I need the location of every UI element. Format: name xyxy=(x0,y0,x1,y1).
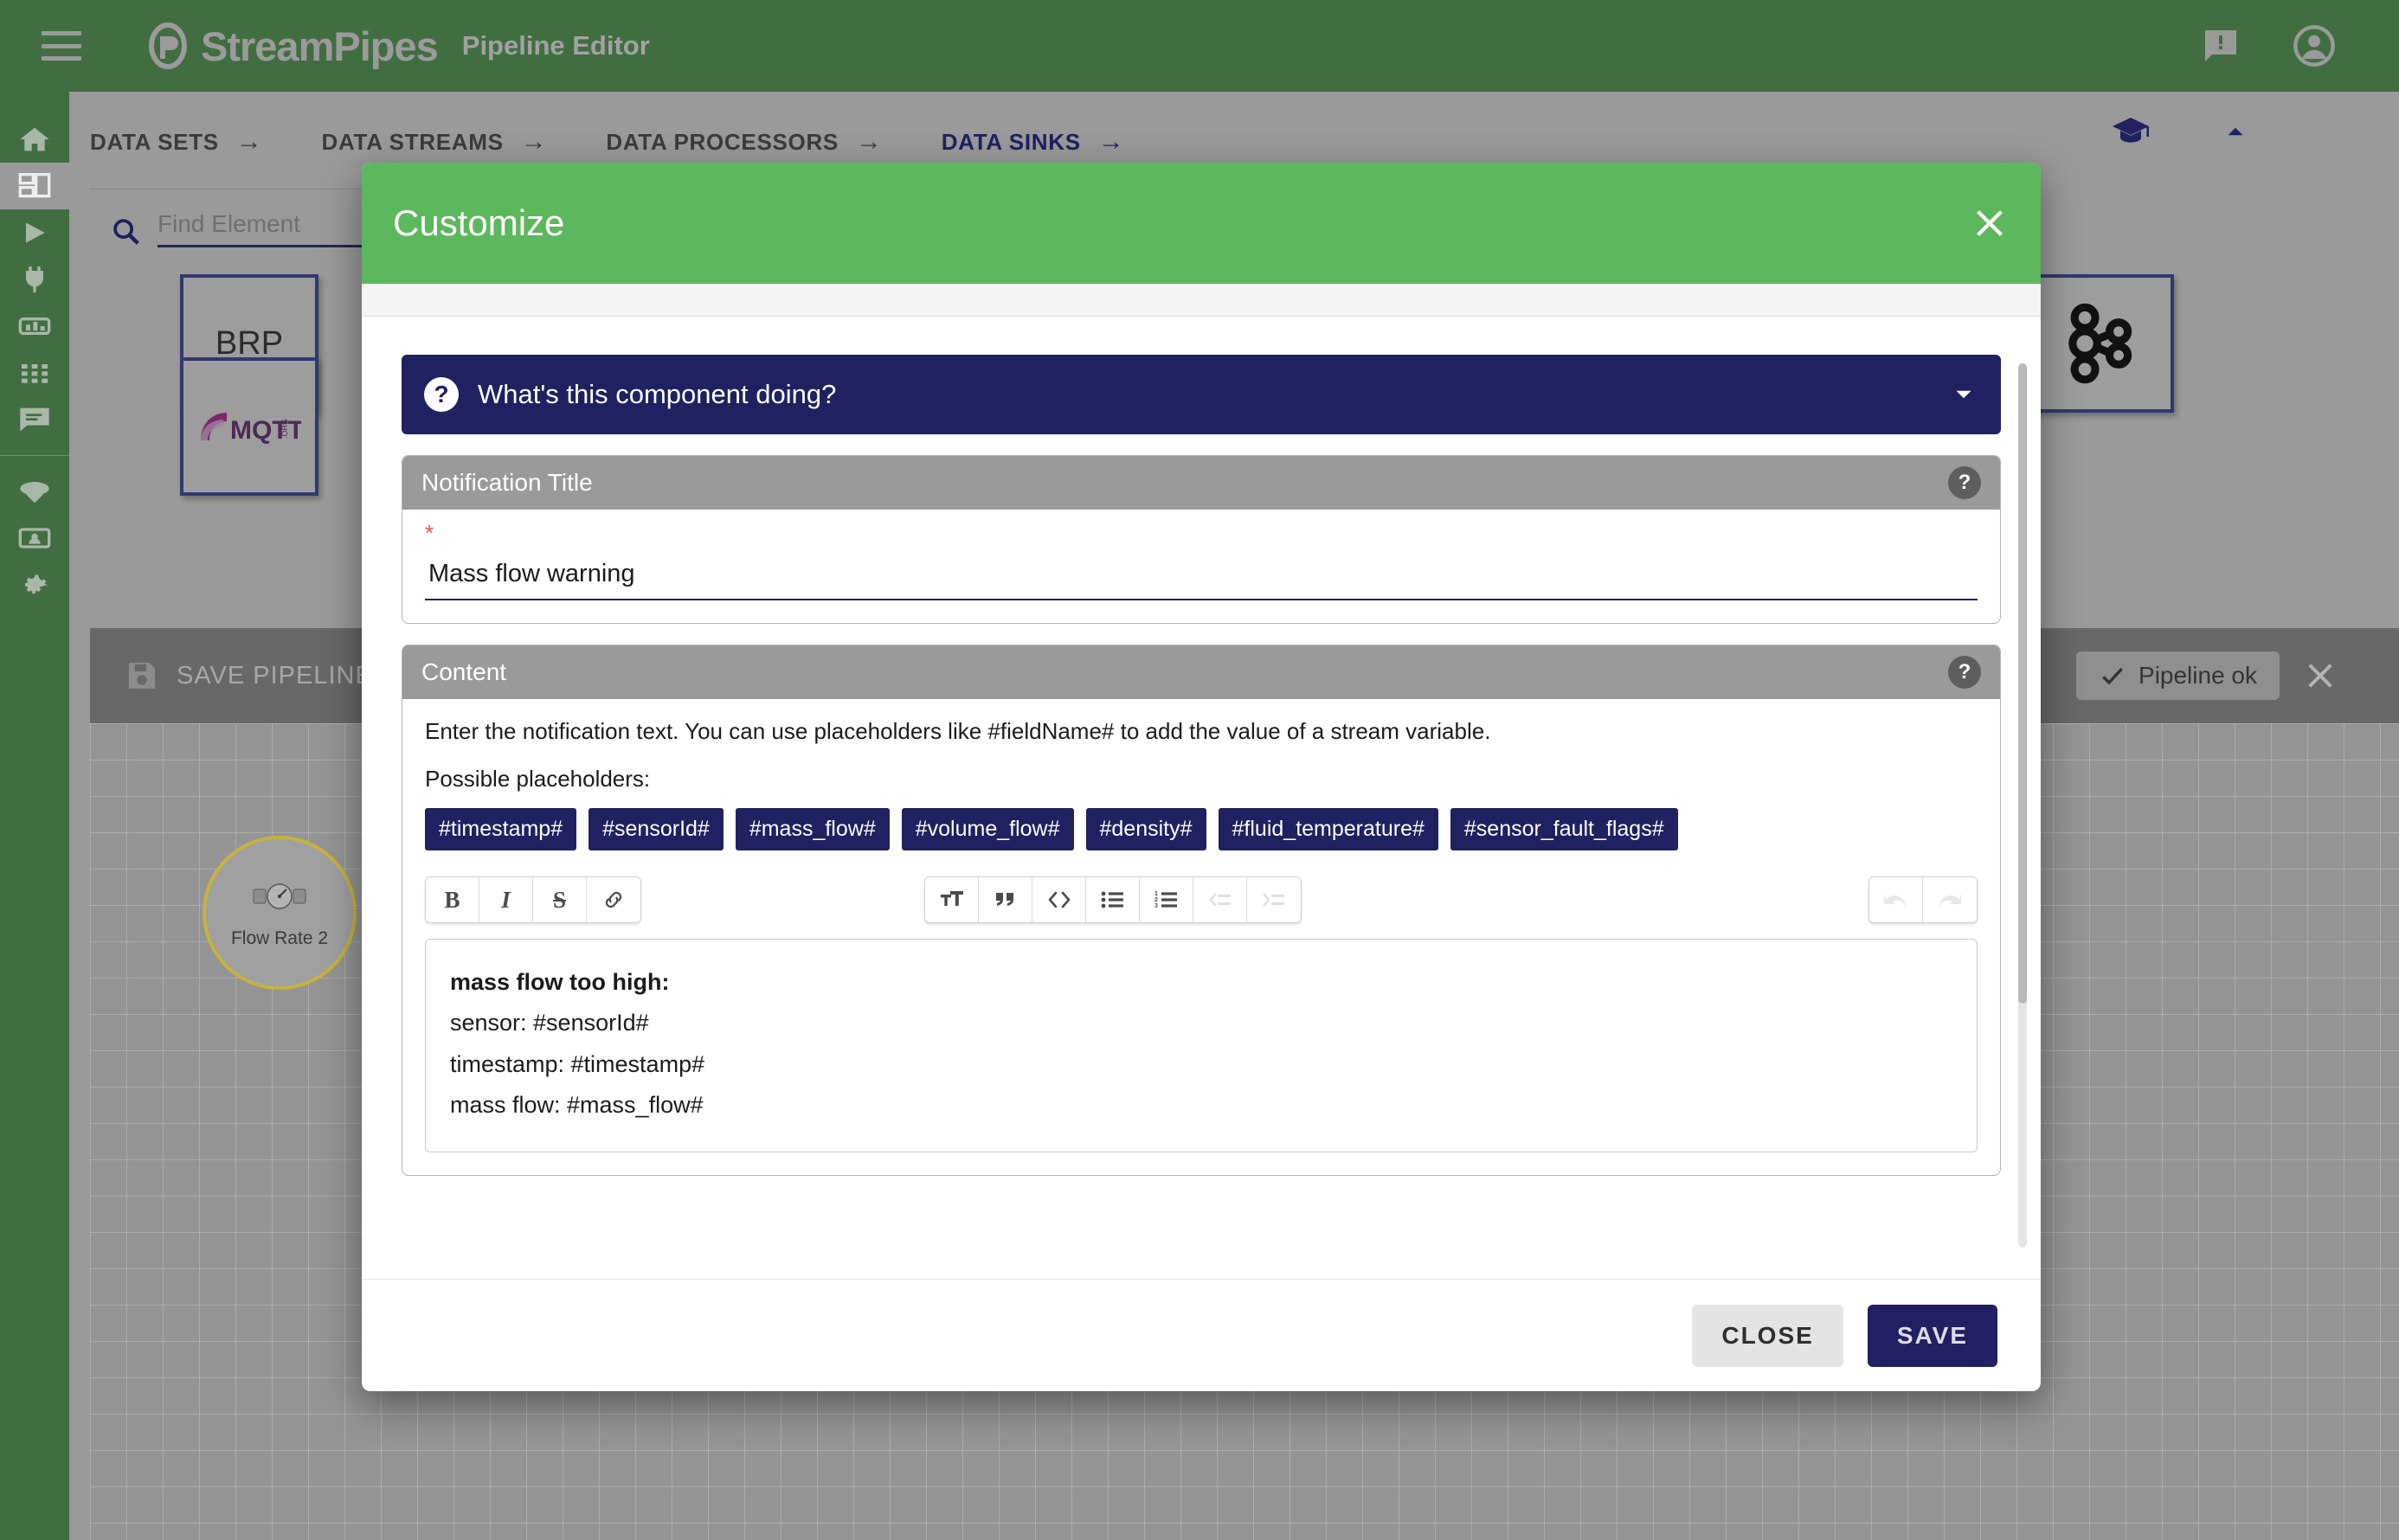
placeholder-chip[interactable]: #sensorId# xyxy=(588,808,724,850)
content-header: Content ? xyxy=(402,645,2000,699)
chevron-down-icon[interactable] xyxy=(1949,380,1978,409)
dialog-title: Customize xyxy=(393,202,564,244)
notification-title-body: * xyxy=(402,510,2000,623)
component-documentation-banner[interactable]: ? What's this component doing? xyxy=(402,355,2001,434)
italic-button[interactable]: I xyxy=(479,877,533,922)
placeholder-chip-list: #timestamp# #sensorId# #mass_flow# #volu… xyxy=(425,808,1978,850)
close-icon xyxy=(1970,203,2010,243)
rich-text-toolbar: B I S xyxy=(425,876,1978,923)
editor-line: sensor: #sensorId# xyxy=(450,1003,1952,1043)
outdent-button[interactable] xyxy=(1193,877,1247,922)
rte-history-group xyxy=(1868,876,1978,923)
content-fieldset: Content ? Enter the notification text. Y… xyxy=(402,645,2001,1176)
quote-icon xyxy=(994,889,1018,911)
code-icon xyxy=(1046,889,1072,911)
svg-text:1: 1 xyxy=(1154,891,1158,897)
save-button[interactable]: SAVE xyxy=(1868,1305,1997,1367)
rte-inline-group: B I S xyxy=(425,876,641,923)
text-size-button[interactable] xyxy=(925,877,979,922)
link-icon xyxy=(601,888,626,912)
strikethrough-button[interactable]: S xyxy=(533,877,587,922)
notification-title-header: Notification Title ? xyxy=(402,456,2000,510)
redo-button[interactable] xyxy=(1923,877,1977,922)
svg-text:3: 3 xyxy=(1154,903,1158,909)
question-mark-icon[interactable]: ? xyxy=(1948,466,1981,499)
required-marker: * xyxy=(425,529,1978,548)
dialog-header: Customize xyxy=(362,163,2041,284)
heading-icon xyxy=(939,889,965,911)
content-rich-text-editor[interactable]: mass flow too high: sensor: #sensorId# t… xyxy=(425,939,1978,1152)
dialog-scrollbar-thumb[interactable] xyxy=(2018,363,2027,1004)
bullet-list-icon xyxy=(1100,889,1126,911)
notification-title-label: Notification Title xyxy=(421,469,593,497)
content-body: Enter the notification text. You can use… xyxy=(402,699,2000,1175)
numbered-list-icon: 123 xyxy=(1154,889,1180,911)
placeholder-chip[interactable]: #volume_flow# xyxy=(902,808,1074,850)
close-button[interactable]: CLOSE xyxy=(1692,1305,1843,1367)
indent-icon xyxy=(1261,889,1287,911)
placeholder-chip[interactable]: #mass_flow# xyxy=(736,808,890,850)
component-documentation-label: What's this component doing? xyxy=(478,379,836,410)
app-root: StreamPipes Pipeline Editor xyxy=(0,0,2399,1540)
redo-icon xyxy=(1935,889,1965,911)
dialog-close-button[interactable] xyxy=(1970,203,2010,243)
blockquote-button[interactable] xyxy=(979,877,1032,922)
content-label: Content xyxy=(421,658,506,686)
bold-button[interactable]: B xyxy=(426,877,479,922)
placeholders-label: Possible placeholders: xyxy=(425,766,1978,792)
editor-line: timestamp: #timestamp# xyxy=(450,1044,1952,1085)
placeholder-chip[interactable]: #timestamp# xyxy=(425,808,576,850)
undo-button[interactable] xyxy=(1869,877,1923,922)
undo-icon xyxy=(1881,889,1910,911)
editor-line: mass flow too high: xyxy=(450,962,1952,1003)
dialog-footer: CLOSE SAVE xyxy=(362,1279,2041,1391)
dialog-body: ? What's this component doing? Notificat… xyxy=(362,317,2041,1279)
question-mark-icon[interactable]: ? xyxy=(1948,656,1981,689)
indent-button[interactable] xyxy=(1247,877,1301,922)
outdent-icon xyxy=(1207,889,1233,911)
notification-title-input[interactable] xyxy=(425,548,1978,600)
question-mark-icon: ? xyxy=(424,377,459,412)
notification-title-fieldset: Notification Title ? * xyxy=(402,455,2001,624)
bullet-list-button[interactable] xyxy=(1086,877,1140,922)
customize-dialog: Customize ? What's this component doing? xyxy=(362,163,2041,1391)
code-button[interactable] xyxy=(1032,877,1086,922)
numbered-list-button[interactable]: 123 xyxy=(1140,877,1193,922)
content-hint-text: Enter the notification text. You can use… xyxy=(425,718,1978,745)
svg-text:2: 2 xyxy=(1154,897,1158,903)
link-button[interactable] xyxy=(587,877,640,922)
placeholder-chip[interactable]: #density# xyxy=(1086,808,1206,850)
editor-line: mass flow: #mass_flow# xyxy=(450,1085,1952,1126)
dialog-subheader xyxy=(362,284,2041,317)
placeholder-chip[interactable]: #fluid_temperature# xyxy=(1219,808,1438,850)
placeholder-chip[interactable]: #sensor_fault_flags# xyxy=(1450,808,1678,850)
rte-block-group: 123 xyxy=(924,876,1302,923)
